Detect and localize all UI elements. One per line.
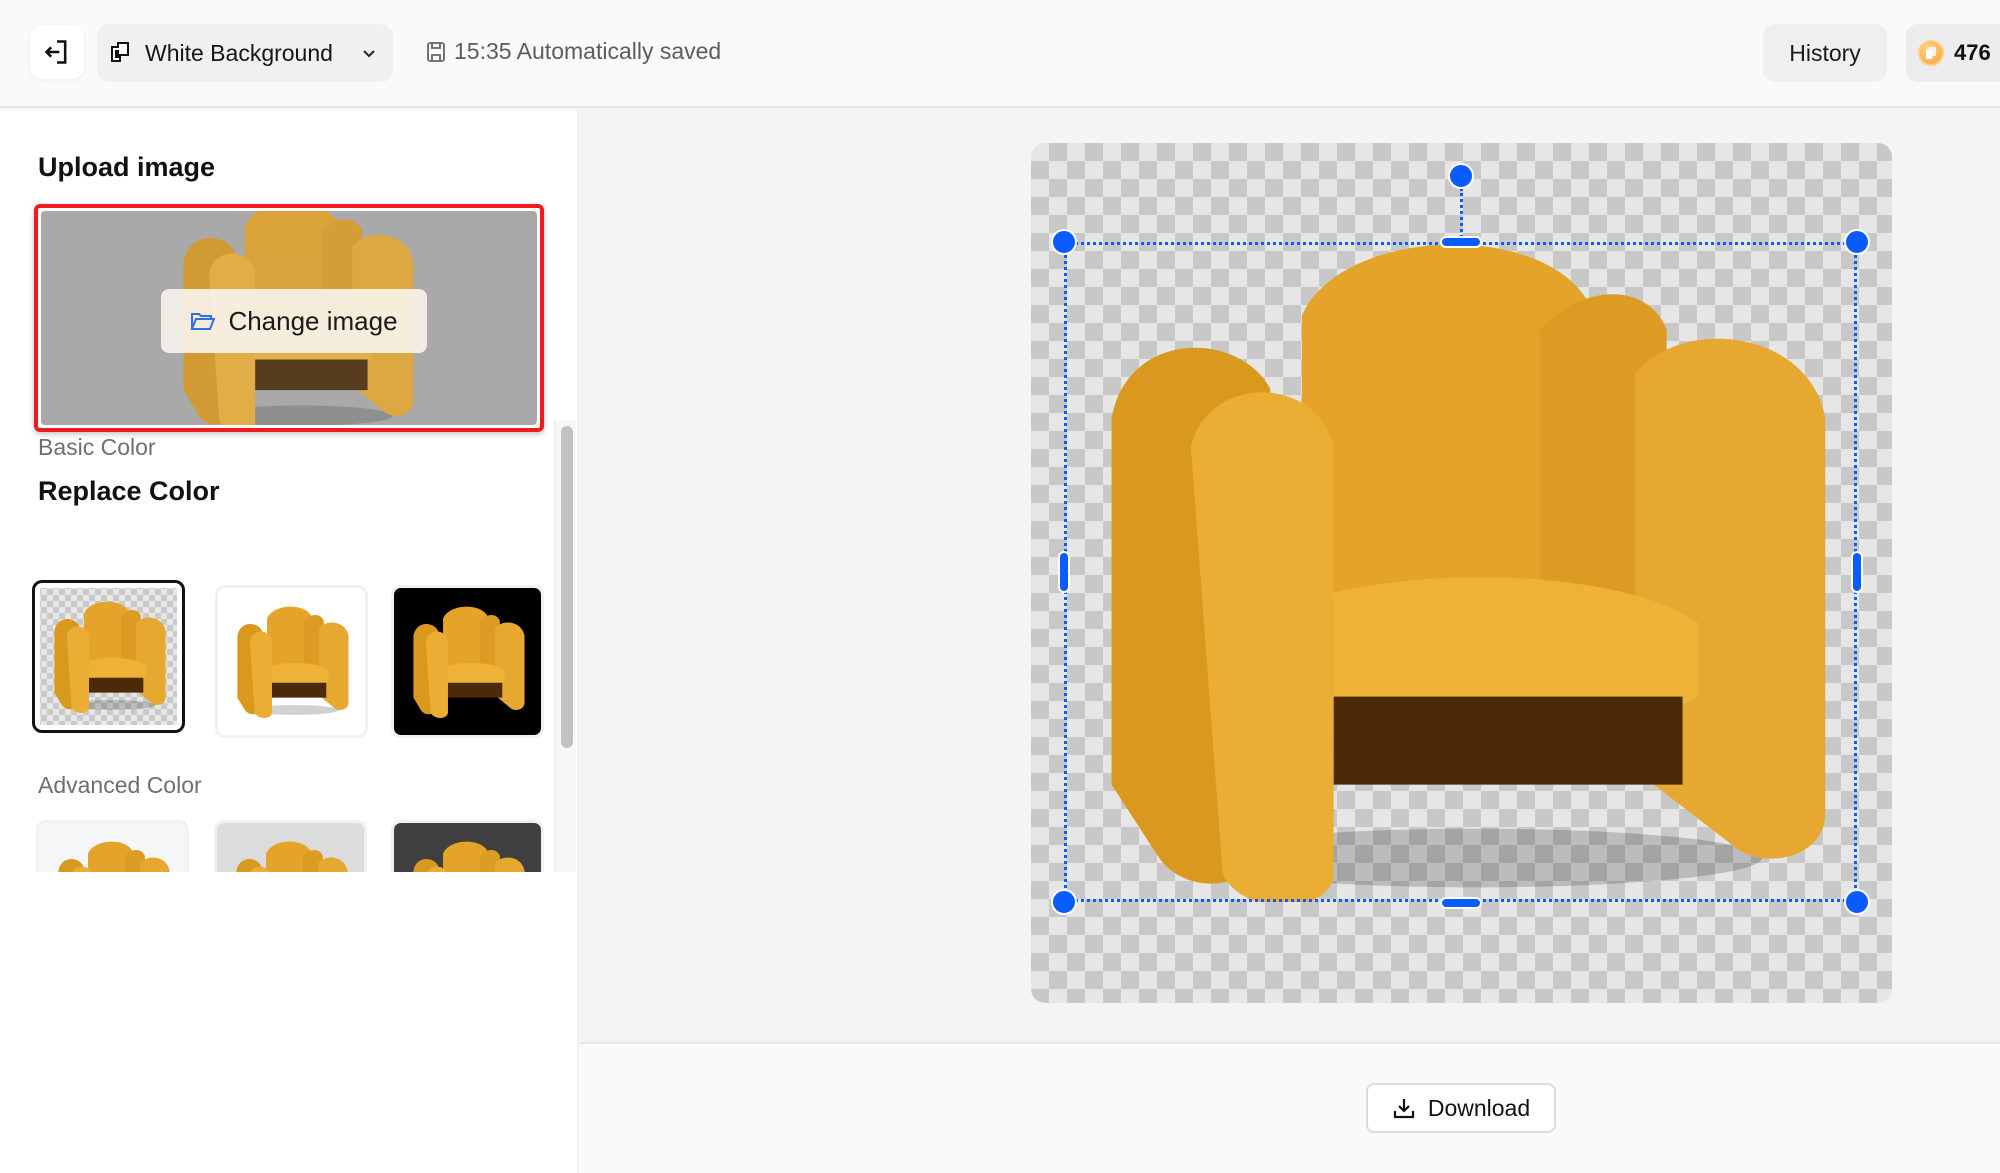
coin-icon	[1918, 40, 1944, 66]
save-icon	[427, 41, 445, 62]
autosave-status: 15:35 Automatically saved	[426, 38, 721, 65]
tool-dropdown[interactable]: White Background	[97, 24, 393, 82]
chair-thumbnail	[47, 598, 170, 716]
advanced-color-2[interactable]	[214, 820, 367, 872]
resize-handle-top-right[interactable]	[1844, 229, 1870, 255]
scrollbar-thumb[interactable]	[561, 426, 573, 748]
basic-color-label: Basic Color	[38, 434, 156, 460]
logo-icon	[111, 42, 129, 62]
chair-thumbnail	[51, 838, 174, 872]
autosave-text: 15:35 Automatically saved	[454, 38, 722, 64]
rotate-handle[interactable]	[1448, 163, 1474, 189]
uploaded-image-preview: Change image	[41, 211, 537, 425]
credits-count: 476	[1954, 40, 1991, 65]
chair-thumbnail	[229, 838, 352, 872]
upload-title: Upload image	[38, 152, 216, 182]
resize-handle-bottom-right[interactable]	[1844, 889, 1870, 915]
folder-open-icon	[190, 313, 216, 330]
resize-handle-bottom-left[interactable]	[1051, 889, 1077, 915]
resize-handle-top-left[interactable]	[1051, 229, 1077, 255]
sidebar-scrollbar[interactable]	[554, 420, 576, 872]
resize-handle-right[interactable]	[1851, 551, 1863, 593]
resize-handle-left[interactable]	[1058, 551, 1070, 593]
top-bar: White Background 15:35 Automatically sav…	[0, 0, 2000, 108]
advanced-color-3[interactable]	[391, 820, 544, 872]
resize-handle-top[interactable]	[1440, 236, 1482, 248]
rotate-connector	[1460, 188, 1463, 238]
exit-icon	[44, 40, 67, 64]
basic-color-white[interactable]	[215, 585, 368, 738]
advanced-color-1[interactable]	[36, 820, 189, 872]
bottom-bar	[579, 1042, 2000, 1173]
exit-button[interactable]	[30, 25, 84, 79]
chevron-down-icon	[363, 50, 375, 58]
change-image-button[interactable]: Change image	[161, 289, 427, 353]
download-label: Download	[1427, 1094, 1531, 1121]
basic-color-black[interactable]	[391, 585, 544, 738]
chair-thumbnail	[406, 603, 529, 721]
download-icon	[1393, 1099, 1414, 1119]
download-button[interactable]: Download	[1366, 1083, 1556, 1133]
upload-image-box[interactable]: Change image	[34, 204, 544, 432]
history-button[interactable]: History	[1763, 24, 1887, 82]
chair-thumbnail	[230, 603, 353, 721]
change-image-label: Change image	[228, 305, 398, 336]
chair-image[interactable]	[1064, 242, 1857, 902]
resize-handle-bottom[interactable]	[1440, 897, 1482, 909]
tool-name: White Background	[145, 39, 333, 66]
basic-color-transparent[interactable]	[32, 580, 185, 733]
credits-badge[interactable]: 476	[1906, 24, 2000, 82]
color-options-scroll: Basic Color Advanced Color	[0, 420, 578, 872]
advanced-color-label: Advanced Color	[38, 772, 202, 798]
chair-thumbnail	[406, 838, 529, 872]
